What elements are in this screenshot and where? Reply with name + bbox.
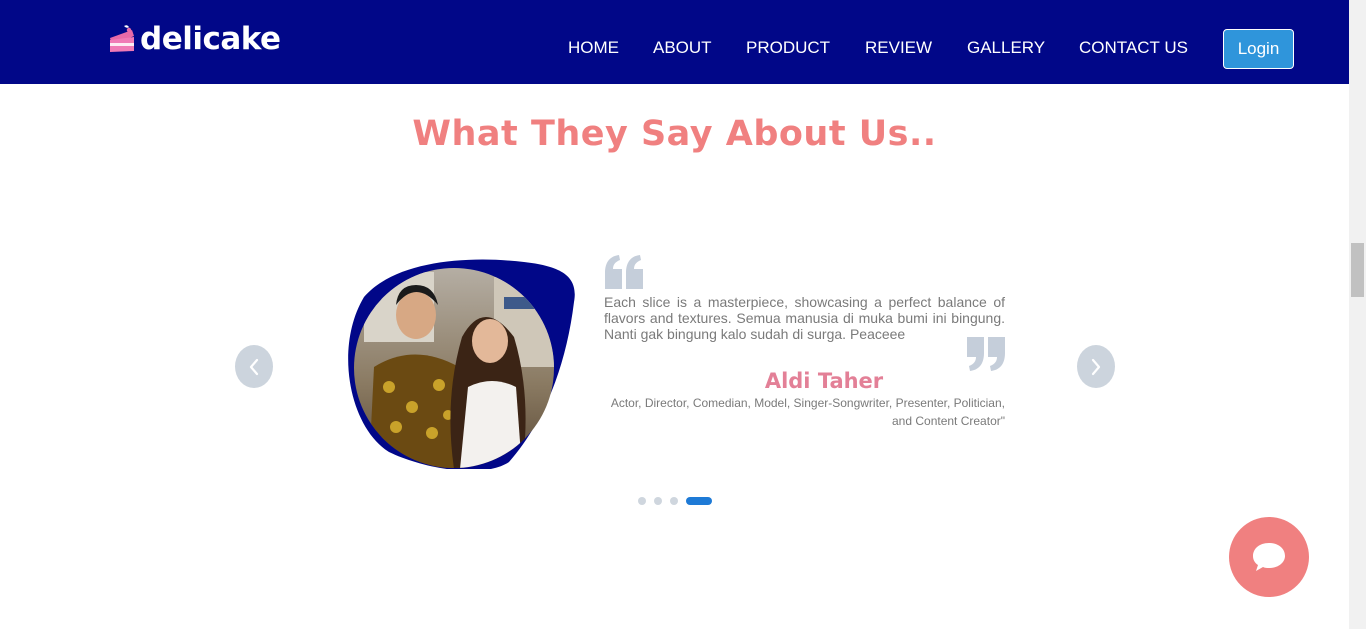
brand-logo[interactable]: delicake <box>108 20 281 58</box>
nav-product[interactable]: PRODUCT <box>746 38 830 58</box>
nav-review[interactable]: REVIEW <box>865 38 932 58</box>
nav-home[interactable]: HOME <box>568 38 619 58</box>
cake-slice-icon <box>110 25 134 52</box>
login-button[interactable]: Login <box>1223 29 1294 69</box>
chat-bubble-icon <box>1253 543 1285 571</box>
review-text: Each slice is a masterpiece, showcasing … <box>604 294 1005 342</box>
carousel-prev-button[interactable] <box>235 345 273 388</box>
scrollbar-thumb[interactable] <box>1351 243 1364 297</box>
chat-button[interactable] <box>1229 517 1309 597</box>
carousel-indicator-1[interactable] <box>638 497 646 505</box>
nav-about[interactable]: ABOUT <box>653 38 712 58</box>
quote-open-icon <box>605 255 643 289</box>
chevron-left-icon <box>249 358 259 375</box>
quote-close-icon <box>967 337 1005 371</box>
carousel-next-button[interactable] <box>1077 345 1115 388</box>
navbar: delicake HOME ABOUT PRODUCT REVIEW GALLE… <box>0 0 1349 84</box>
reviewer-photo <box>348 259 575 469</box>
reviewer-role: Actor, Director, Comedian, Model, Singer… <box>610 396 1005 428</box>
carousel-indicator-2[interactable] <box>654 497 662 505</box>
nav-gallery[interactable]: GALLERY <box>967 38 1045 58</box>
brand-name: delicake <box>140 21 281 57</box>
section-title: What They Say About Us.. <box>412 114 937 154</box>
carousel-indicator-4-active[interactable] <box>686 497 712 505</box>
carousel-indicator-3[interactable] <box>670 497 678 505</box>
reviewer-name: Aldi Taher <box>764 369 884 393</box>
chevron-right-icon <box>1091 358 1101 375</box>
nav-contact-us[interactable]: CONTACT US <box>1079 38 1188 58</box>
page-scrollbar[interactable] <box>1349 0 1366 629</box>
